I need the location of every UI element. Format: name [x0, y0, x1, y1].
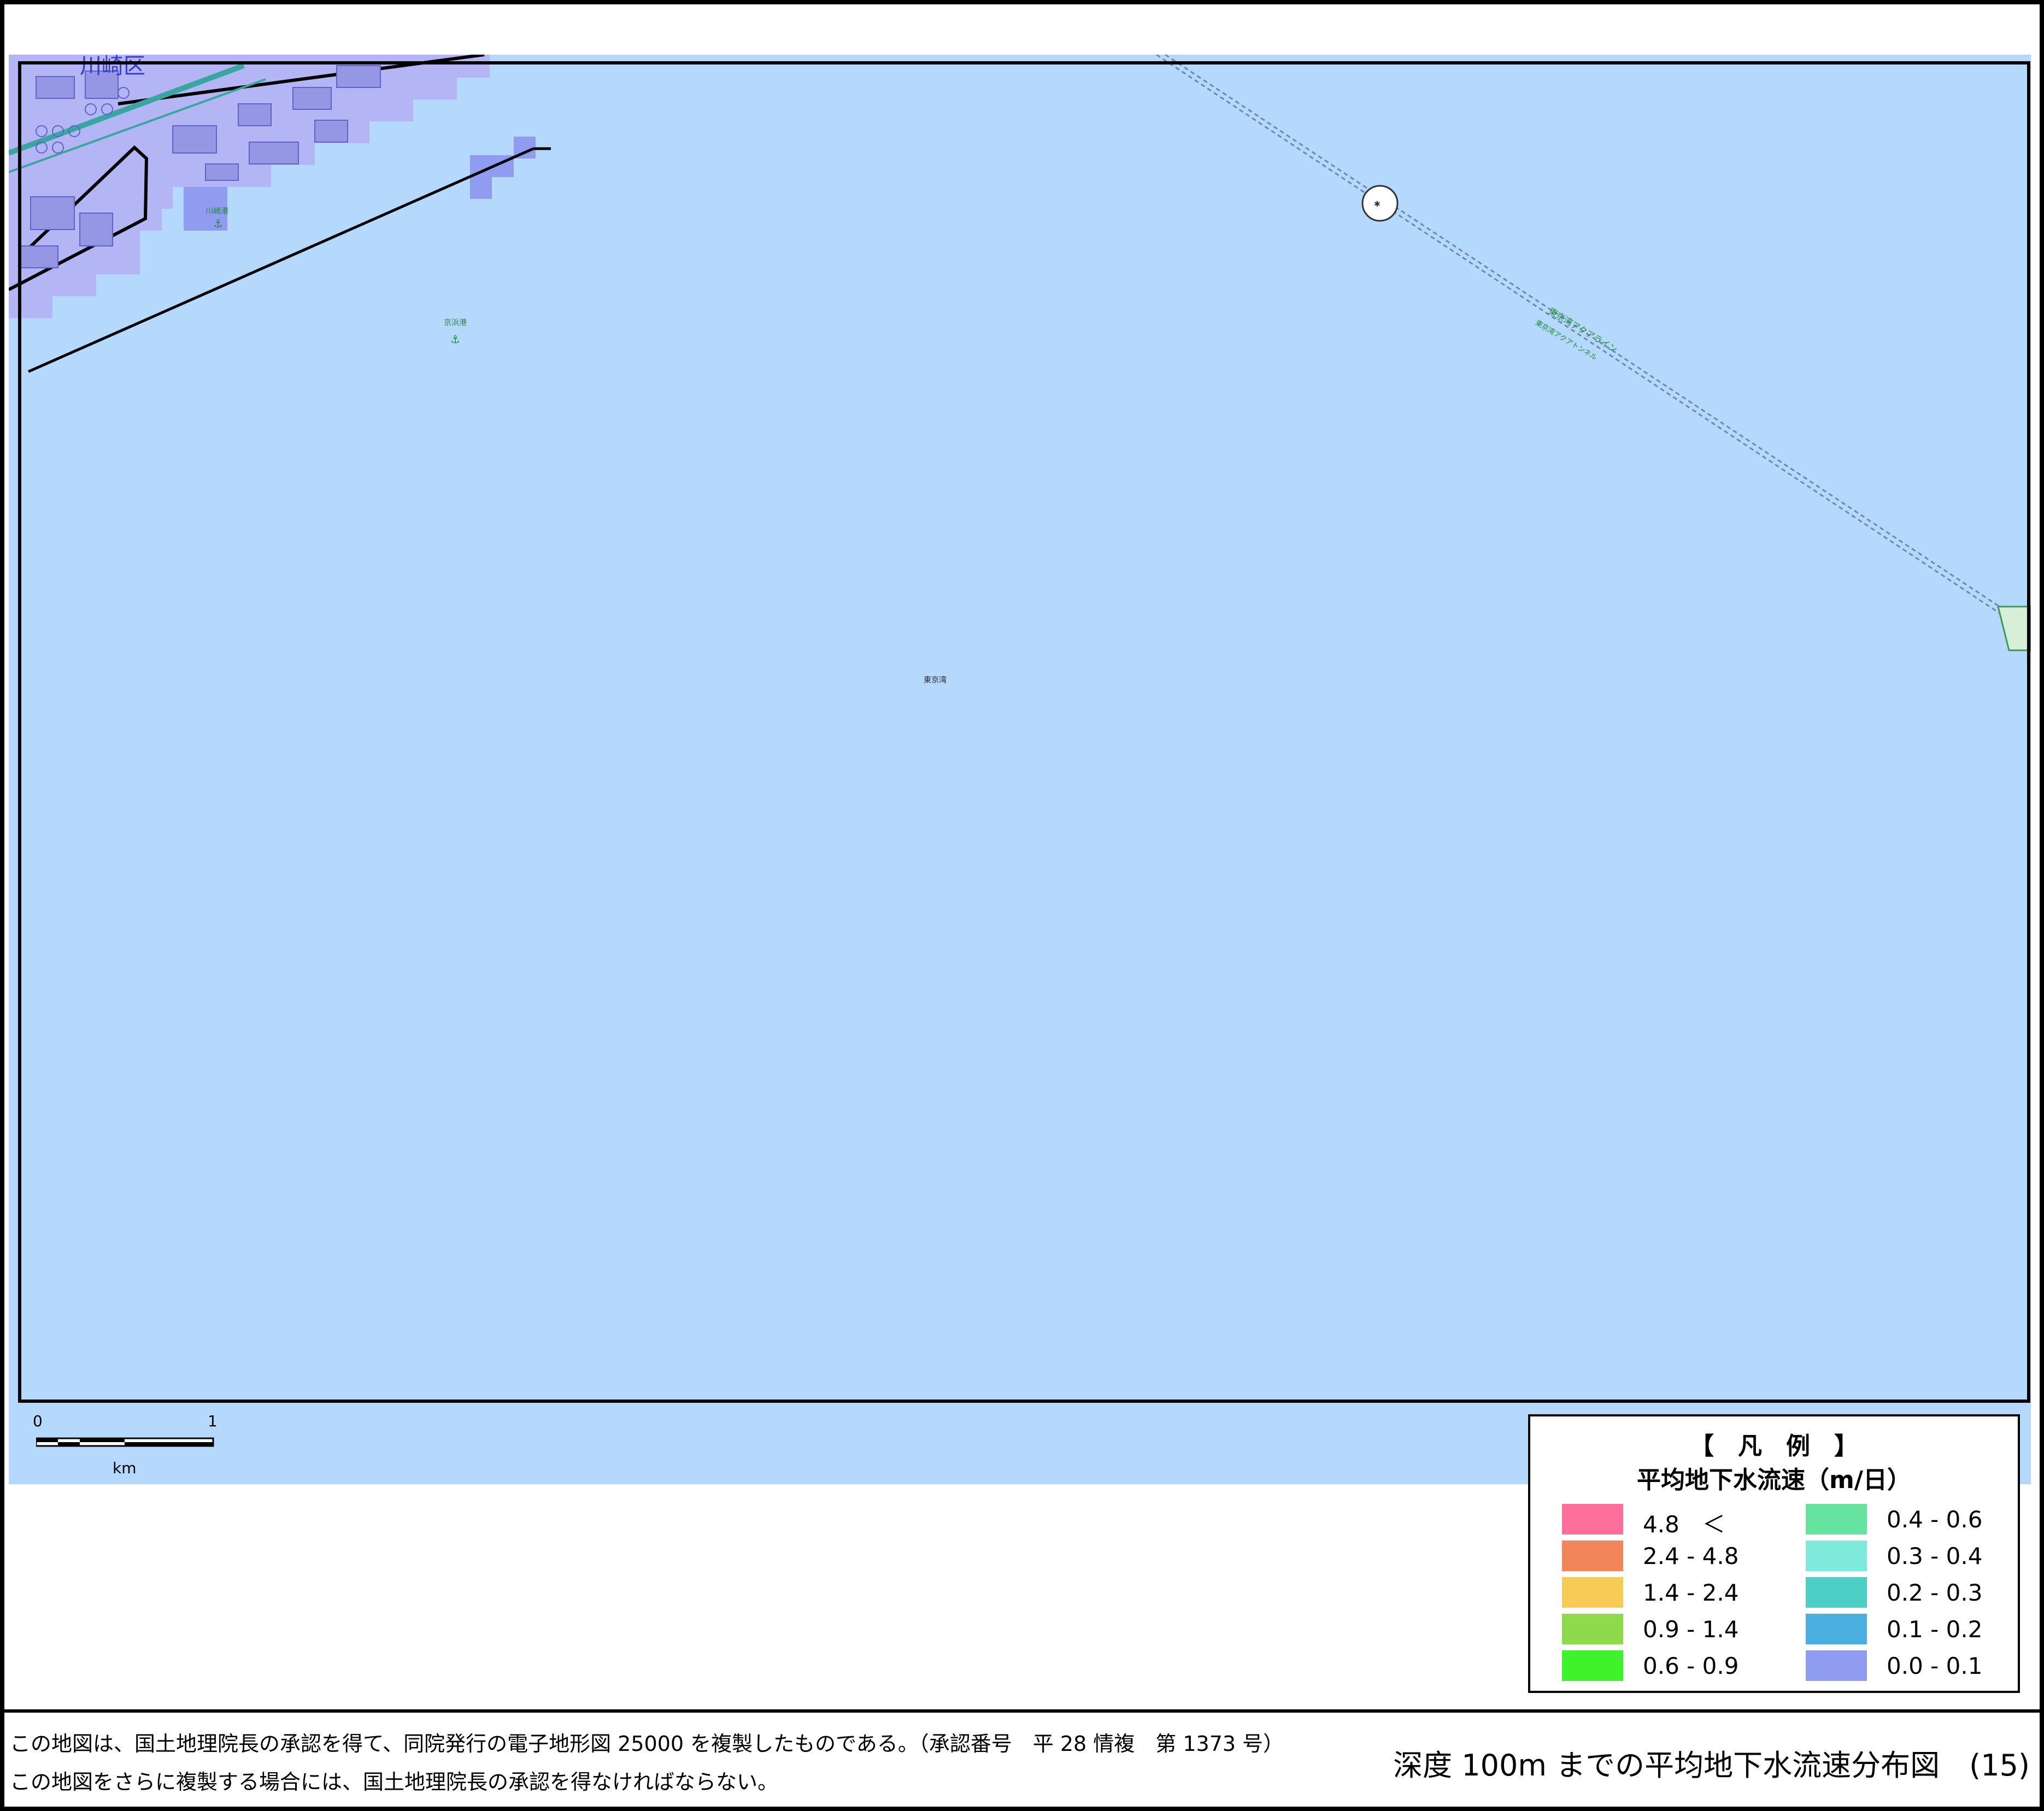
legend-swatch — [1562, 1540, 1623, 1571]
legend-label: 0.2 - 0.3 — [1887, 1579, 1983, 1606]
map-frame — [18, 61, 2030, 1403]
legend-label: 0.9 - 1.4 — [1643, 1616, 1739, 1643]
legend-swatch — [1562, 1504, 1623, 1534]
legend-label: 0.6 - 0.9 — [1643, 1653, 1739, 1679]
map-sheet-title: 深度 100m までの平均地下水流速分布図 (15) — [1393, 1748, 2030, 1783]
legend-swatch — [1806, 1614, 1867, 1644]
legend-swatch — [1806, 1504, 1867, 1534]
legend-swatch — [1562, 1614, 1623, 1644]
legend-label: 4.8 ＜ — [1643, 1511, 1725, 1538]
legend-label: 0.3 - 0.4 — [1887, 1543, 1983, 1569]
legend-swatch — [1806, 1650, 1867, 1681]
legend-label: 1.4 - 2.4 — [1643, 1579, 1739, 1606]
copyright-note: この地図は、国土地理院長の承認を得て、同院発行の電子地形図 25000 を複製し… — [10, 1732, 1284, 1756]
legend-label: 0.4 - 0.6 — [1887, 1506, 1983, 1533]
legend-label: 2.4 - 4.8 — [1643, 1543, 1739, 1569]
scale-bar: 0 1 km — [33, 1412, 219, 1478]
scale-bar-graphic — [36, 1437, 214, 1447]
legend-title: 【 凡 例 】 — [1690, 1432, 1858, 1460]
footer: この地図は、国土地理院長の承認を得て、同院発行の電子地形図 25000 を複製し… — [4, 1709, 2040, 1810]
legend-swatch — [1562, 1650, 1623, 1681]
scale-max-label: 1 — [208, 1412, 218, 1430]
legend-subtitle: 平均地下水流速（m/日） — [1637, 1466, 1911, 1494]
legend-swatch — [1806, 1577, 1867, 1608]
scale-min-label: 0 — [33, 1412, 43, 1430]
scale-unit-label: km — [113, 1459, 137, 1477]
legend: 【 凡 例 】 平均地下水流速（m/日） 4.8 ＜ 2.4 - 4.8 1.4… — [1528, 1414, 2020, 1693]
legend-label: 0.1 - 0.2 — [1887, 1616, 1983, 1643]
legend-label: 0.0 - 0.1 — [1887, 1653, 1983, 1679]
reproduction-note: この地図をさらに複製する場合には、国土地理院長の承認を得なければならない。 — [10, 1770, 779, 1794]
legend-swatch — [1806, 1540, 1867, 1571]
legend-swatch — [1562, 1577, 1623, 1608]
